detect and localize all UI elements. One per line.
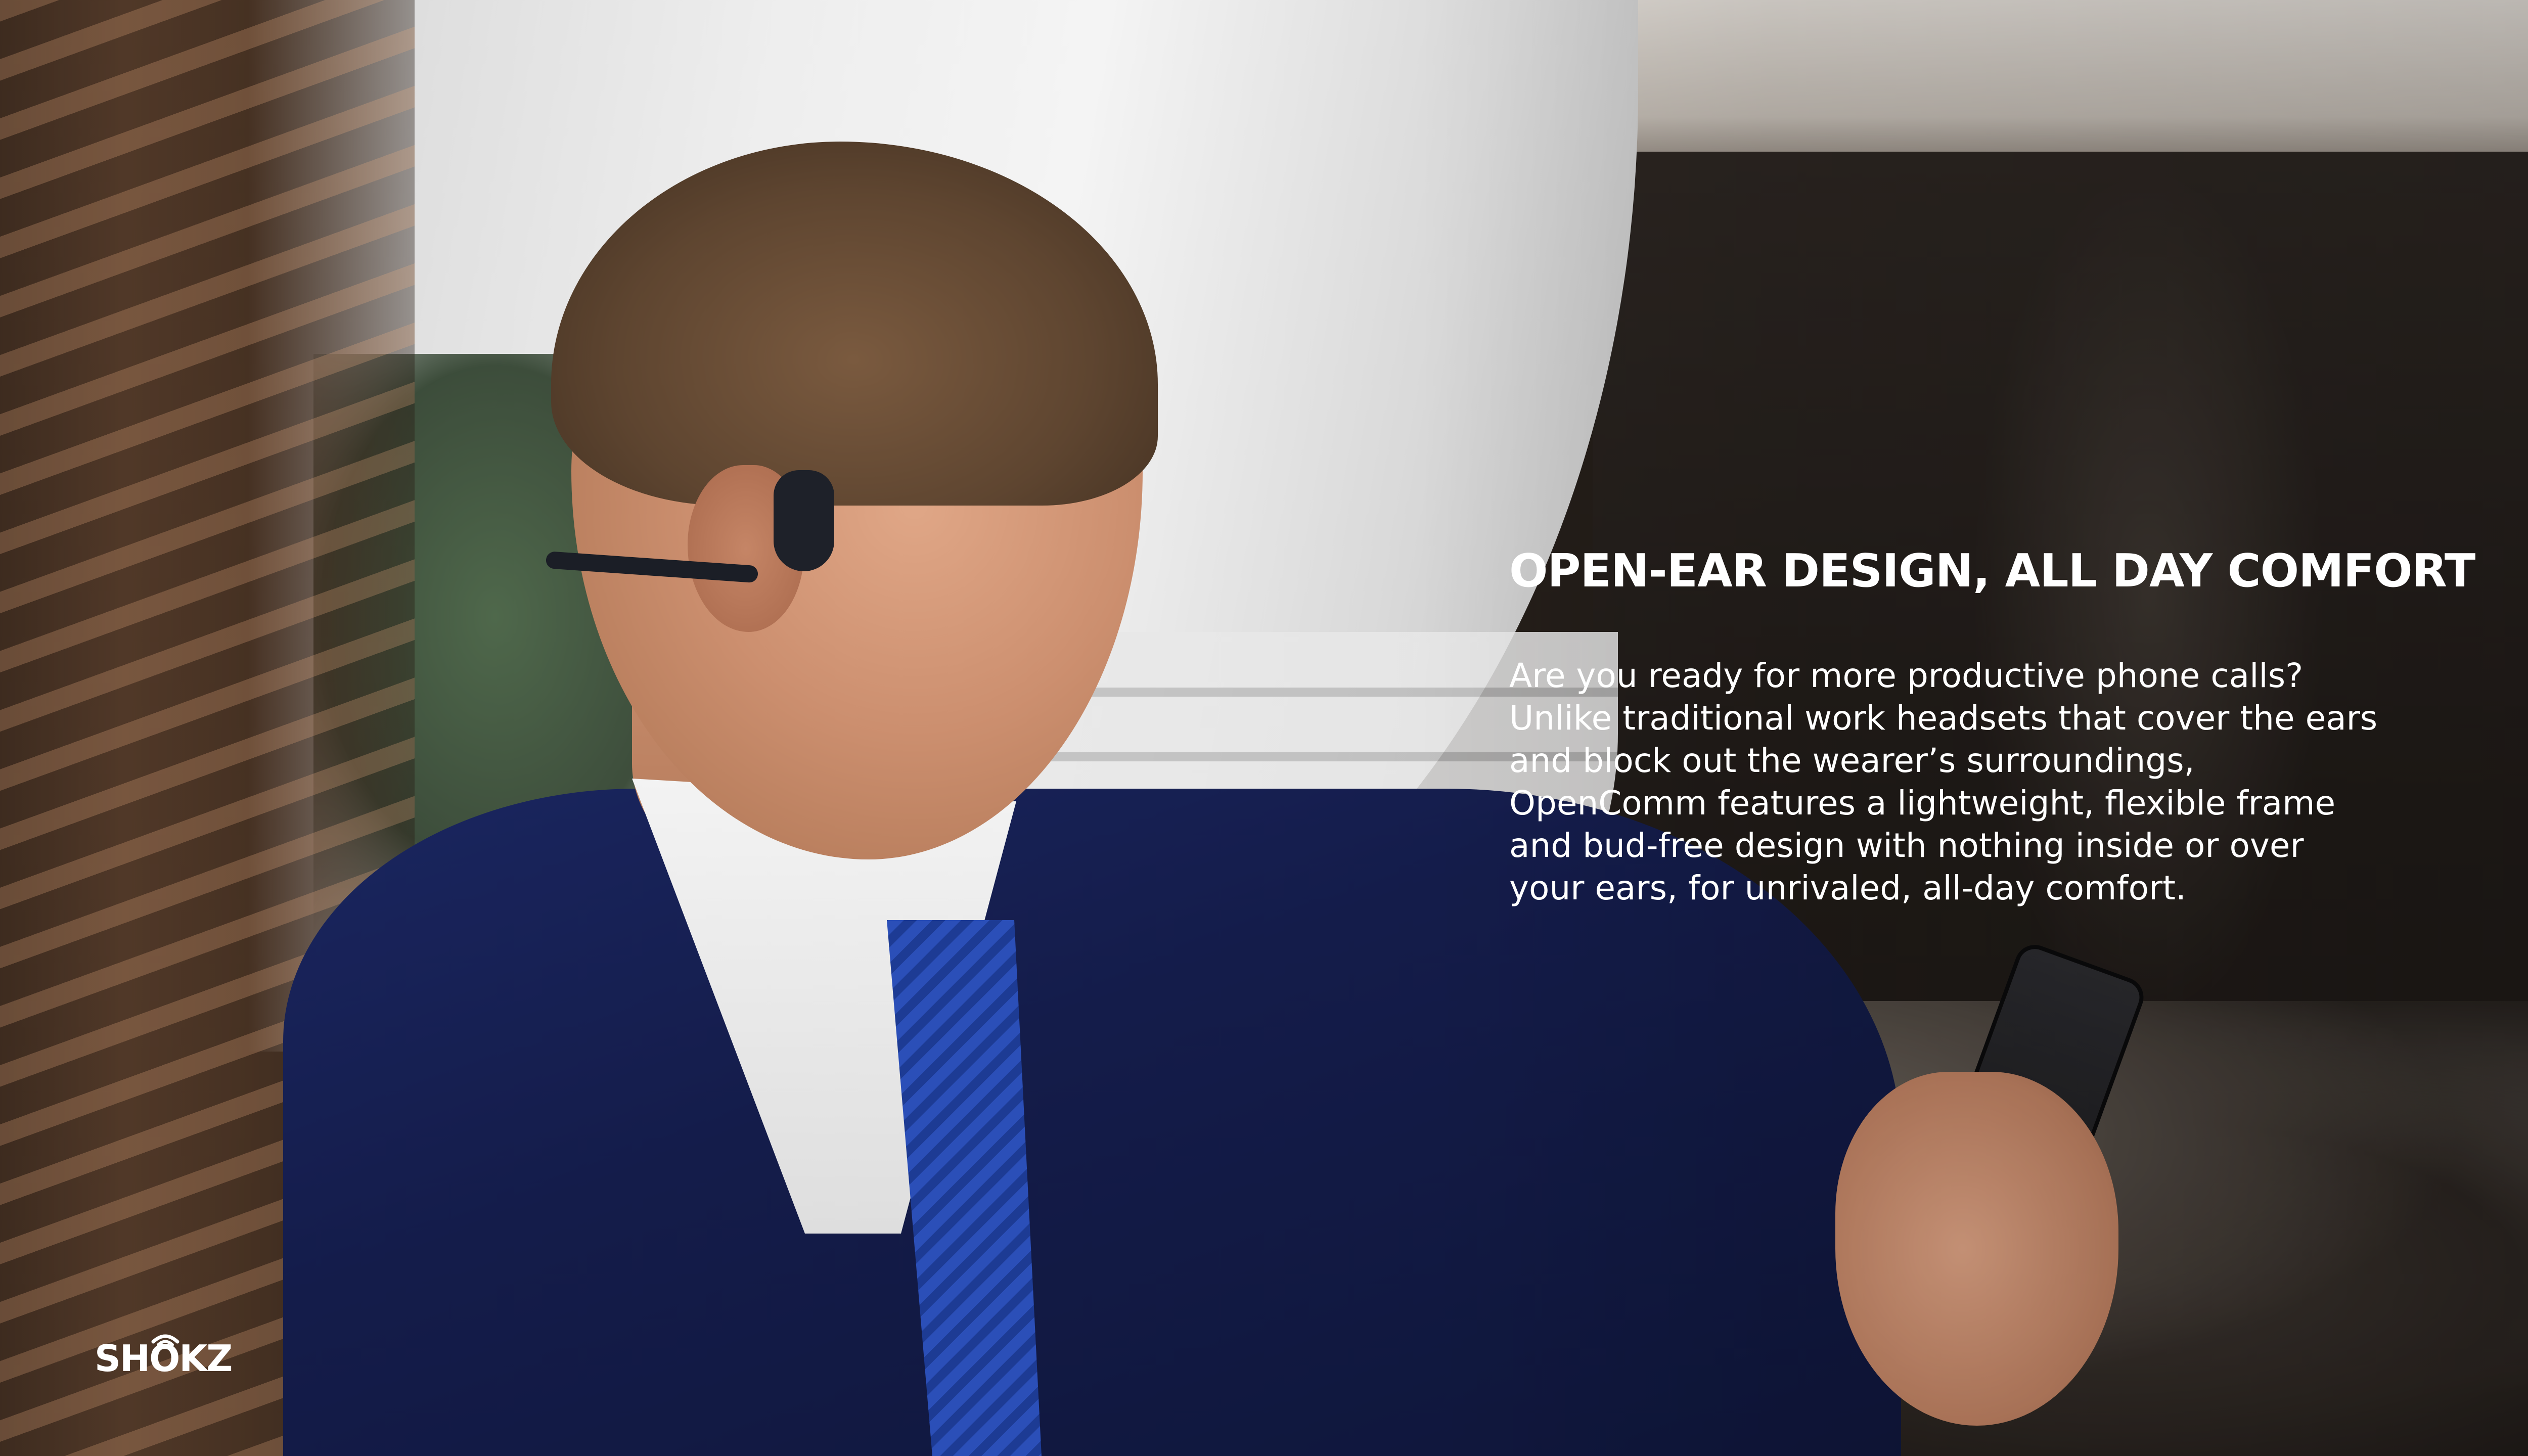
body-line: OpenComm features a lightweight, flexibl… (1509, 784, 2336, 823)
headset-earpiece (774, 470, 834, 571)
promo-slide: OPEN-EAR DESIGN, ALL DAY COMFORT Are you… (0, 0, 2528, 1456)
body-line: and bud-free design with nothing inside … (1509, 826, 2304, 865)
body-line: Are you ready for more productive phone … (1509, 656, 2304, 695)
body-line: Unlike traditional work headsets that co… (1509, 699, 2378, 738)
shokz-logo: SHOKZ (94, 1325, 255, 1380)
body-line: and block out the wearer’s surroundings, (1509, 741, 2195, 780)
shokz-logo-mark: SHOKZ (95, 1334, 233, 1380)
body-line: your ears, for unrivaled, all-day comfor… (1509, 869, 2186, 907)
logo-wordmark: SHOKZ (95, 1337, 232, 1380)
headline: OPEN-EAR DESIGN, ALL DAY COMFORT (1509, 544, 2475, 598)
body-copy: Are you ready for more productive phone … (1509, 655, 2470, 909)
